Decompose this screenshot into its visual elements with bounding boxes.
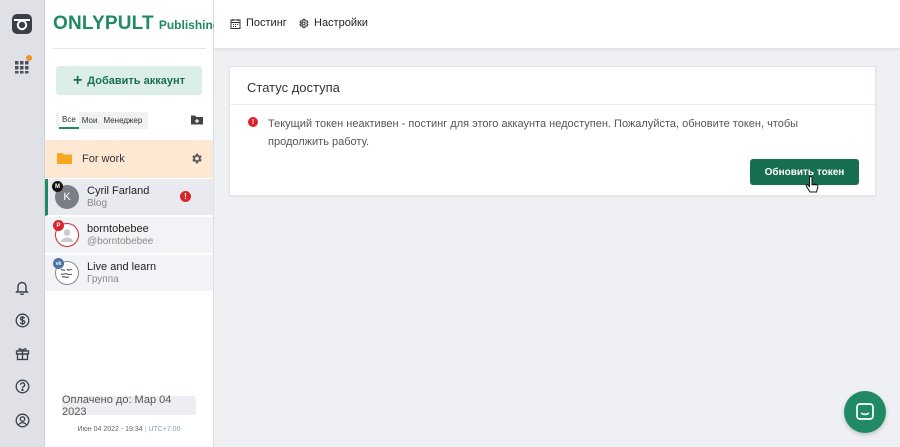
folder-icon — [57, 152, 72, 167]
account-borntobebee[interactable]: P borntobebee @borntobebee — [45, 217, 213, 254]
avatar: K M — [52, 181, 79, 209]
add-account-label: Добавить аккаунт — [87, 74, 186, 87]
account-name: borntobebee — [87, 223, 149, 236]
user-profile-icon[interactable] — [11, 409, 33, 431]
account-type: Blog — [87, 197, 108, 209]
add-folder-icon[interactable] — [190, 113, 204, 127]
filter-mine[interactable]: Мои — [79, 112, 101, 129]
error-text: Текущий токен неактивен - постинг для эт… — [268, 118, 799, 148]
chat-icon — [856, 403, 874, 420]
bell-icon[interactable] — [11, 276, 33, 298]
brand-name: ONLYPULT — [53, 13, 154, 34]
divider — [53, 48, 206, 49]
account-cyril-farland[interactable]: K M Cyril Farland Blog ! — [45, 179, 213, 216]
avatar: vk — [53, 258, 79, 285]
timezone: UTC+7:00 — [148, 426, 181, 433]
left-rail — [0, 0, 45, 447]
datetime: Июн 04 2022 - 19:34 — [77, 426, 143, 433]
folder-for-work[interactable]: For work — [45, 140, 213, 178]
account-handle: @borntobebee — [87, 235, 154, 247]
calendar-icon — [230, 18, 241, 29]
tab-posting[interactable]: Постинг — [230, 17, 287, 29]
divider — [230, 104, 875, 105]
plus-icon: + — [72, 71, 83, 89]
warning-icon: ! — [180, 191, 191, 202]
account-name: Cyril Farland — [87, 185, 150, 198]
tab-settings[interactable]: Настройки — [298, 17, 368, 29]
card-title: Статус доступа — [247, 80, 340, 95]
account-live-and-learn[interactable]: vk Live and learn Группа — [45, 255, 213, 292]
add-account-button[interactable]: + Добавить аккаунт — [56, 66, 202, 95]
tab-label: Постинг — [246, 17, 287, 29]
vk-network-icon: vk — [53, 258, 64, 269]
account-filter-tabs: Все Мои Менеджер — [56, 112, 149, 129]
support-chat-button[interactable] — [844, 391, 886, 433]
brand-logo[interactable]: ONLYPULT Publishing — [53, 13, 220, 35]
apps-grid-icon[interactable] — [11, 55, 33, 77]
account-name: Live and learn — [87, 261, 157, 274]
help-icon[interactable] — [11, 375, 33, 397]
paid-until-badge: Оплачено до: Мар 04 2023 — [62, 394, 196, 418]
accounts-sidebar: ONLYPULT Publishing + Добавить аккаунт В… — [45, 0, 220, 447]
current-time: Июн 04 2022 - 19:34 | UTC+7:00 — [77, 426, 181, 433]
notification-dot — [26, 55, 32, 61]
brand-sub: Publishing — [158, 18, 221, 32]
access-status-card: Статус доступа ! Текущий токен неактивен… — [229, 66, 876, 196]
token-error-message: ! Текущий токен неактивен - постинг для … — [248, 115, 838, 151]
onlypult-logo-icon[interactable] — [11, 13, 33, 35]
error-icon: ! — [248, 117, 258, 127]
top-nav: Постинг Настройки — [214, 0, 900, 49]
avatar-letter: K — [63, 191, 71, 203]
gift-icon[interactable] — [11, 342, 33, 364]
gear-icon — [299, 18, 309, 28]
folder-label: For work — [82, 153, 125, 165]
medium-network-icon: M — [52, 181, 63, 192]
filter-all[interactable]: Все — [59, 112, 79, 129]
dollar-icon[interactable] — [11, 309, 33, 331]
pinterest-network-icon: P — [53, 220, 64, 231]
account-type: Группа — [87, 273, 119, 285]
tab-label: Настройки — [314, 17, 368, 29]
folder-settings-gear-icon[interactable] — [190, 152, 203, 168]
filter-manager[interactable]: Менеджер — [100, 112, 145, 129]
avatar: P — [53, 220, 79, 247]
hand-cursor-icon — [805, 176, 819, 197]
